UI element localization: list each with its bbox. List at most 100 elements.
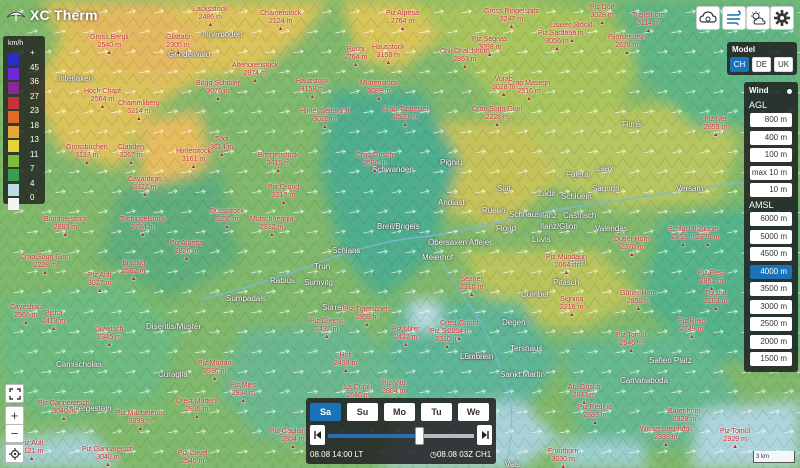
peak-marker: Piz Fess 2861 m ▲ [698,270,725,292]
peak-name: Piz Miez [230,382,257,389]
weather-layer-button[interactable] [746,6,770,30]
altitude-agl-option[interactable]: 800 m [750,113,792,127]
zoom-in-button[interactable]: + [5,406,24,425]
peak-name: Signina [560,296,584,303]
peak-name: Piz Tomül [616,332,647,339]
wind-title: Wind [749,86,769,95]
day-tab-tu[interactable]: Tu [421,403,452,421]
step-back-button[interactable] [310,425,325,445]
peak-triangle-icon: ▲ [22,320,29,326]
peak-name: Crap Grisch [356,152,394,159]
altitude-amsl-option[interactable]: 3000 m [750,299,792,314]
peak-altitude: 3267 m [119,152,143,159]
peak-altitude: 2883 m [583,412,607,419]
peak-triangle-icon: ▲ [704,242,711,248]
peak-marker: Pisha 2413 m ▲ [42,310,65,332]
day-tab-su[interactable]: Su [347,403,378,421]
peak-altitude: 2586 m [362,160,387,167]
peak-altitude: 3133 m [75,152,99,159]
peak-name: Piz Alpetta [170,240,204,247]
peak-name: Muttenstock [360,80,398,87]
altitude-amsl-option[interactable]: 1500 m [750,352,792,366]
peak-triangle-icon: ▲ [599,20,606,26]
peak-triangle-icon: ▲ [456,336,463,342]
peak-altitude: 2863 m [453,56,477,63]
step-forward-button[interactable] [477,425,492,445]
peak-name: Hinter Selbsanft [300,108,350,115]
peak-altitude: 2540 m [97,42,121,49]
peak-name: Tguma [704,290,727,297]
peak-marker: Brichlig 2562 m ▲ [122,260,145,282]
peak-altitude: 2520 m [393,114,417,121]
altitude-amsl-option[interactable]: 2000 m [750,334,792,349]
timeline-slider[interactable] [328,427,474,445]
app-title: XC Therm [30,7,98,23]
peak-triangle-icon: ▲ [628,348,635,354]
peak-triangle-icon: ▲ [135,116,142,122]
altitude-amsl-option[interactable]: 4000 m [750,264,792,279]
peak-triangle-icon: ▲ [252,78,259,84]
peak-triangle-icon: ▲ [268,232,275,238]
legend-label: + [30,48,35,57]
altitude-amsl-option[interactable]: 4500 m [750,247,792,261]
altitude-agl-option[interactable]: 400 m [750,130,792,145]
settings-button[interactable] [770,6,794,30]
peak-marker: Ruchi 2764 m ▲ [344,46,367,68]
peak-name: Crap Sogn Gion [20,254,71,261]
peak-marker: Grossbuchen 3133 m ▲ [66,144,108,166]
model-option-ch[interactable]: CH [730,57,749,72]
peak-altitude: 3614 m [210,144,234,151]
peak-name: Bündnerstock [44,216,87,223]
peak-triangle-icon: ▲ [309,94,316,100]
peak-name: Hausstock [296,78,329,85]
peak-altitude: 2564 m [90,96,115,103]
peak-marker: Flimserstein 2676 m ▲ [608,34,646,56]
locate-button[interactable] [5,444,24,463]
peak-name: Piz Vitg [382,380,406,387]
place-label: Pitasch [553,278,580,287]
model-option-uk[interactable]: UK [774,57,793,72]
wind-layer-button[interactable] [722,6,746,30]
place-label: Sagogn [592,184,620,193]
peak-name: Piz Dolf [590,4,615,11]
wind-toggle-indicator[interactable] [787,89,792,94]
peak-name: Piz Segnas [472,36,508,43]
peak-altitude: 3099 m [128,418,152,425]
zoom-out-button[interactable]: − [5,424,24,443]
cloud-settings-button[interactable] [696,6,720,30]
place-label: Laax [596,164,614,173]
altitude-agl-option[interactable]: 100 m [750,148,792,162]
altitude-agl-option[interactable]: max 10 m [750,165,792,180]
peak-altitude: 3247 m [499,16,524,23]
altitude-amsl-option[interactable]: 5000 m [750,229,792,244]
peak-altitude: 2375 m [696,234,720,241]
day-tab-mo[interactable]: Mo [384,403,415,421]
legend-swatch [8,169,19,181]
peak-marker: Clariden 3267 m ▲ [118,144,144,166]
altitude-amsl-option[interactable]: 3500 m [750,282,792,296]
peak-marker: Dutjer Horn 2370 m ▲ [614,236,650,258]
peak-marker: Piz Ganneretsch 3040 m ▲ [38,400,90,422]
day-tab-we[interactable]: We [458,403,489,421]
peak-name: Mutschnengia [250,216,294,223]
day-tab-sa[interactable]: Sa [310,403,341,421]
peak-altitude: 2163 m [704,298,728,305]
fullscreen-button[interactable] [5,384,24,403]
peak-triangle-icon: ▲ [223,224,230,230]
peak-name: Flimserstein [608,34,646,41]
altitude-amsl-option[interactable]: 2500 m [750,317,792,331]
locate-icon [8,447,21,460]
peak-name: Piz Alpetta [386,10,420,17]
peak-altitude: 3040 m [96,454,120,461]
peak-marker: Piz Miez 2934 m ▲ [230,382,256,404]
altitude-amsl-option[interactable]: 6000 m [750,212,792,226]
altitude-agl-option[interactable]: 10 m [750,183,792,197]
peak-triangle-icon: ▲ [106,342,113,348]
timeline-thumb[interactable] [414,427,424,445]
model-option-de[interactable]: DE [752,57,771,72]
peak-triangle-icon: ▲ [42,270,49,276]
peak-triangle-icon: ▲ [141,192,148,198]
peak-triangle-icon: ▲ [508,24,515,30]
legend-row: 4 [8,179,42,196]
peak-name: Piz Fess [698,270,725,277]
